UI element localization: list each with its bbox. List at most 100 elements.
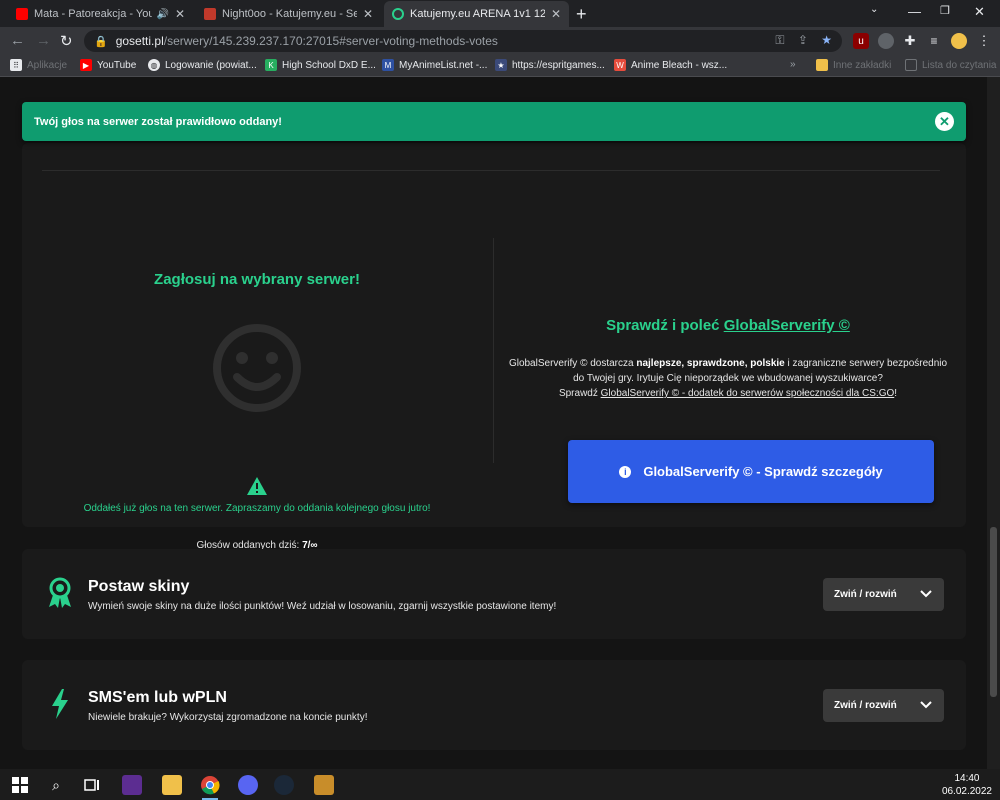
key-icon[interactable]: ⚿ — [775, 33, 784, 47]
new-tab-button[interactable]: + — [576, 4, 587, 25]
tab-strip: Mata - Patoreakcja - YouTube 🔊 ✕ Night0o… — [0, 0, 1000, 27]
chevron-more-icon[interactable]: » — [790, 59, 796, 70]
voting-card: Zagłosuj na wybrany serwer! Oddałeś już … — [22, 143, 966, 551]
column-divider — [493, 238, 494, 463]
speaker-icon[interactable]: 🔊 — [156, 9, 168, 20]
forward-button[interactable]: → — [36, 32, 51, 49]
desc-text: GlobalServerify © dostarcza — [508, 358, 634, 369]
bookmark-star-icon[interactable]: ★ — [821, 33, 832, 47]
chevron-down-icon — [920, 701, 932, 709]
browser-toolbar: ← → ↻ 🔒 gosetti.pl /serwery/145.239.237.… — [0, 27, 1000, 55]
avatar[interactable] — [951, 33, 967, 49]
site-favicon-icon: W — [614, 59, 626, 71]
section-postaw-skiny: Postaw skiny Wymień swoje skiny na duże … — [22, 549, 966, 639]
extension-icon[interactable] — [878, 33, 894, 49]
globe-icon: ◍ — [148, 59, 160, 71]
steam-icon[interactable] — [274, 775, 294, 795]
tab-search-icon[interactable]: ⌄ — [870, 4, 878, 15]
globalserverify-addon-link[interactable]: GlobalServerify © - dodatek do serwerów … — [601, 388, 895, 399]
page-content: Zagłosuj na wybrany serwer! Oddałeś już … — [0, 77, 1000, 769]
bookmark-label: Inne zakładki — [833, 59, 892, 71]
bookmark-other[interactable]: Inne zakładki — [816, 59, 891, 71]
tab-youtube[interactable]: Mata - Patoreakcja - YouTube 🔊 ✕ — [8, 1, 193, 27]
section-description: Wymień swoje skiny na duże ilości punktó… — [88, 601, 557, 612]
omnibox-actions: ⚿ ⇪ ★ — [775, 33, 832, 48]
folder-icon — [816, 59, 828, 71]
bookmark-myanimelist[interactable]: M MyAnimeList.net -... — [382, 59, 487, 71]
csgo-icon[interactable] — [314, 775, 334, 795]
scrollbar[interactable] — [987, 77, 1000, 769]
toggle-section-button[interactable]: Zwiń / rozwiń — [823, 689, 944, 722]
share-icon[interactable]: ⇪ — [798, 33, 808, 47]
tab-title: Katujemy.eu ARENA 1v1 128TR fo — [410, 8, 545, 20]
search-icon[interactable]: ⌕ — [46, 775, 66, 795]
desc-text: Sprawdź — [558, 388, 598, 399]
toggle-label: Zwiń / rozwiń — [834, 589, 897, 600]
bookmark-espritgames[interactable]: ★ https://espritgames... — [495, 59, 605, 71]
desc-text: ! — [894, 388, 898, 399]
windows-start-icon[interactable] — [10, 775, 30, 795]
bookmark-youtube[interactable]: ▶ YouTube — [80, 59, 136, 71]
globalserverify-description: GlobalServerify © dostarcza najlepsze, s… — [502, 356, 954, 401]
divider — [42, 170, 940, 171]
site-favicon-icon: K — [265, 59, 277, 71]
tab-night0oo[interactable]: Night0oo - Katujemy.eu - Serwer ✕ — [196, 1, 381, 27]
tab-title: Night0oo - Katujemy.eu - Serwer — [222, 8, 357, 20]
lock-icon[interactable]: 🔒 — [94, 35, 108, 48]
toggle-section-button[interactable]: Zwiń / rozwiń — [823, 578, 944, 611]
taskbar: ⌕ 14:40 06.02.2022 — [0, 769, 1000, 800]
scrollbar-thumb[interactable] — [990, 527, 997, 697]
toast-message: Twój głos na serwer został prawidłowo od… — [34, 115, 282, 128]
site-favicon-icon — [204, 8, 216, 20]
restore-button[interactable]: ❐ — [940, 4, 950, 17]
bookmark-apps[interactable]: ⠿ Aplikacje — [10, 59, 67, 71]
vote-heading: Zagłosuj na wybrany serwer! — [154, 271, 360, 288]
reading-list-icon[interactable]: ≡ — [926, 33, 942, 49]
close-window-button[interactable]: ✕ — [974, 4, 985, 20]
apps-grid-icon: ⠿ — [10, 59, 22, 71]
close-tab-icon[interactable]: ✕ — [175, 7, 185, 21]
close-icon[interactable]: ✕ — [935, 112, 954, 131]
globalserverify-link[interactable]: GlobalServerify © — [724, 317, 850, 334]
bookmark-label: YouTube — [97, 59, 137, 71]
ublock-icon[interactable]: u — [853, 33, 869, 49]
close-tab-icon[interactable]: ✕ — [363, 7, 373, 21]
bookmarks-bar: ⠿ Aplikacje ▶ YouTube ◍ Logowanie (powia… — [0, 55, 1000, 77]
system-clock[interactable]: 14:40 06.02.2022 — [942, 772, 992, 798]
smile-icon — [213, 324, 301, 412]
heading-prefix: Sprawdź i poleć — [606, 317, 720, 334]
chrome-icon[interactable] — [200, 775, 220, 800]
bookmark-label: MyAnimeList.net -... — [399, 59, 488, 71]
close-tab-icon[interactable]: ✕ — [551, 7, 561, 21]
task-view-icon[interactable] — [82, 775, 102, 795]
puzzle-icon[interactable]: ✚ — [902, 33, 918, 49]
bookmark-highschool[interactable]: K High School DxD E... — [265, 59, 376, 71]
reload-button[interactable]: ↻ — [60, 32, 73, 50]
back-button[interactable]: ← — [10, 32, 25, 49]
visual-studio-icon[interactable] — [122, 775, 142, 795]
tab-katujemy[interactable]: Katujemy.eu ARENA 1v1 128TR fo ✕ — [384, 1, 569, 27]
bookmark-label: Anime Bleach - wsz... — [631, 59, 728, 71]
star-icon: ★ — [495, 59, 507, 71]
discord-icon[interactable] — [238, 775, 258, 795]
reading-list-icon — [905, 59, 917, 71]
globalserverify-details-button[interactable]: i GlobalServerify © - Sprawdź szczegóły — [568, 440, 934, 503]
globalserverify-heading: Sprawdź i poleć GlobalServerify © — [502, 317, 954, 334]
menu-icon[interactable]: ⋮ — [976, 33, 992, 49]
bookmark-logowanie[interactable]: ◍ Logowanie (powiat... — [148, 59, 257, 71]
youtube-icon — [16, 8, 28, 20]
file-explorer-icon[interactable] — [162, 775, 182, 795]
address-bar[interactable]: 🔒 gosetti.pl /serwery/145.239.237.170:27… — [84, 30, 842, 52]
section-sms-wpln: SMS'em lub wPLN Niewiele brakuje? Wykorz… — [22, 660, 966, 750]
button-label: GlobalServerify © - Sprawdź szczegóły — [643, 464, 883, 479]
already-voted-message: Oddałeś już głos na ten serwer. Zaprasza… — [83, 503, 431, 514]
lightning-icon — [52, 689, 68, 719]
clock-date: 06.02.2022 — [941, 786, 992, 797]
award-icon — [49, 577, 71, 608]
minimize-button[interactable]: — — [908, 4, 921, 19]
bookmark-label: https://espritgames... — [512, 59, 605, 71]
warning-icon — [247, 477, 267, 495]
bookmark-reading-list[interactable]: Lista do czytania — [905, 59, 997, 71]
chevron-down-icon — [920, 590, 932, 598]
bookmark-bleach[interactable]: W Anime Bleach - wsz... — [614, 59, 727, 71]
